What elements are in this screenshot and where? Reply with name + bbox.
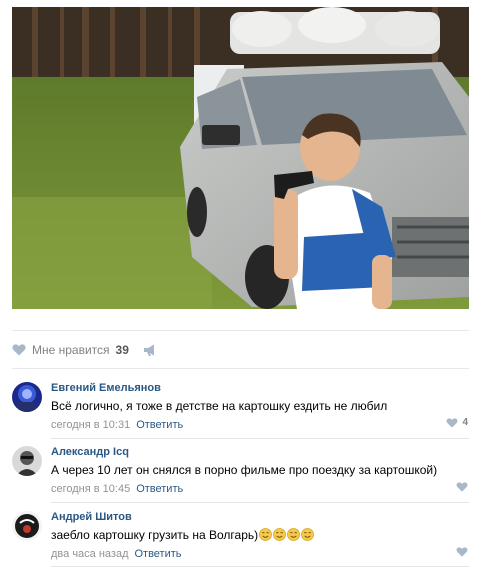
avatar[interactable] [12,446,42,476]
like-count: 39 [115,343,129,357]
likes-divider-top [12,330,469,331]
post-likes-bar: Мне нравится 39 [12,340,157,360]
comment-divider [51,502,469,503]
comment-text: А через 10 лет он снялся в порно фильме … [51,463,438,477]
smiley-emoji-icon [273,528,287,541]
comment-text: заебло картошку грузить на Волгарь) [51,528,469,543]
photo-image [12,7,469,309]
like-button-label[interactable]: Мне нравится [32,343,110,357]
avatar[interactable] [12,511,42,541]
comment-text: Всё логично, я тоже в детстве на картошк… [51,399,388,413]
comment-like-count: 4 [462,417,468,428]
reply-link[interactable]: Ответить [136,419,183,431]
comment-time[interactable]: два часа назад [51,548,128,560]
comment-like-button[interactable]: 4 [446,417,468,428]
comment-divider [51,438,469,439]
heart-icon [446,417,458,428]
comment-author[interactable]: Андрей Шитов [51,511,469,524]
comment-author[interactable]: Александр Icq [51,446,469,459]
avatar[interactable] [12,382,42,412]
heart-icon[interactable] [12,344,26,356]
comment-divider [51,566,469,567]
smiley-emoji-icon [301,528,315,541]
reply-link[interactable]: Ответить [136,483,183,495]
comment-like-button[interactable] [456,482,468,492]
post-photo[interactable] [12,7,469,309]
smiley-emoji-icon [287,528,301,541]
reply-link[interactable]: Ответить [134,548,181,560]
comment-author[interactable]: Евгений Емельянов [51,382,469,395]
heart-icon [456,547,468,557]
comment-like-button[interactable] [456,547,468,557]
heart-icon [456,482,468,492]
share-megaphone-icon[interactable] [143,344,157,356]
comment-time[interactable]: сегодня в 10:45 [51,483,130,495]
comment-item: Евгений Емельянов Всё логично, я тоже в … [12,382,469,432]
comment-text-body: заебло картошку грузить на Волгарь) [51,528,259,542]
emoji-row [258,528,315,542]
comment-item: Александр Icq А через 10 лет он снялся в… [12,446,469,496]
comment-time[interactable]: сегодня в 10:31 [51,419,130,431]
smiley-emoji-icon [259,528,273,541]
comment-item: Андрей Шитов заебло картошку грузить на … [12,511,469,561]
comments-divider-top [12,368,469,369]
